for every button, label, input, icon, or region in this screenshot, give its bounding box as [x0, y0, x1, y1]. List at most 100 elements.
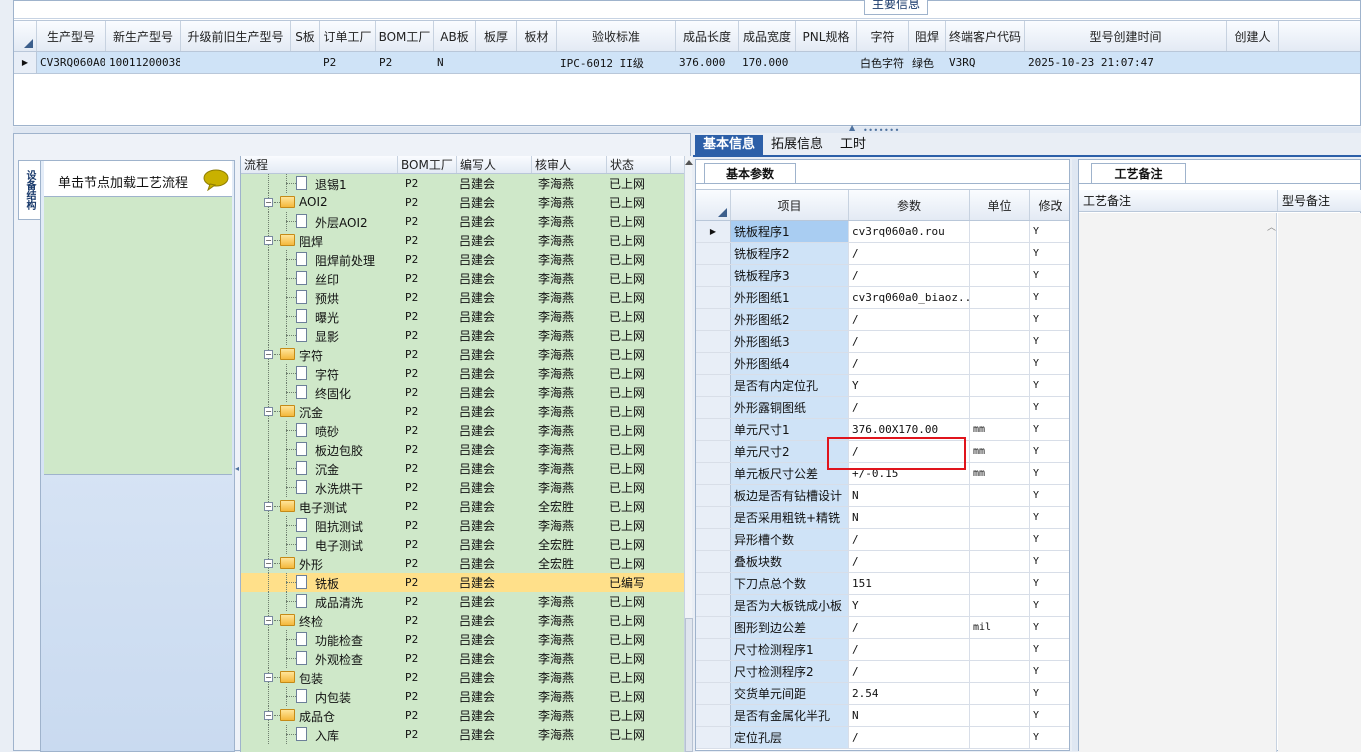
editor-cell[interactable]: 吕建会: [457, 402, 532, 421]
model-col-header[interactable]: AB板: [434, 21, 476, 51]
tree-name-cell[interactable]: − 包装: [241, 668, 398, 687]
tree-name-cell[interactable]: − 外形: [241, 554, 398, 573]
reviewer-cell[interactable]: 李海燕: [532, 174, 607, 193]
col-reviewer[interactable]: 核审人: [532, 156, 607, 173]
editor-cell[interactable]: 吕建会: [457, 421, 532, 440]
param-row[interactable]: 交货单元间距 2.54 Y: [696, 683, 1069, 705]
param-modify-cell[interactable]: Y: [1030, 683, 1069, 704]
editor-cell[interactable]: 吕建会: [457, 611, 532, 630]
param-item-cell[interactable]: 是否有内定位孔: [731, 375, 849, 396]
reviewer-cell[interactable]: 李海燕: [532, 478, 607, 497]
model-col-header[interactable]: 阻焊: [909, 21, 946, 51]
collapse-toggle-icon[interactable]: −: [264, 407, 273, 416]
editor-cell[interactable]: 吕建会: [457, 706, 532, 725]
param-unit-cell[interactable]: [970, 397, 1030, 418]
row-header[interactable]: [696, 573, 731, 594]
model-col-header[interactable]: 终端客户代码: [946, 21, 1025, 51]
tab-basic-info[interactable]: 基本信息: [695, 135, 763, 157]
param-row[interactable]: 是否为大板铣成小板 Y Y: [696, 595, 1069, 617]
tree-name-cell[interactable]: 丝印: [241, 269, 398, 288]
bom-factory-cell[interactable]: P2: [398, 687, 457, 706]
row-header[interactable]: [696, 441, 731, 462]
editor-cell[interactable]: 吕建会: [457, 231, 532, 250]
param-modify-cell[interactable]: Y: [1030, 397, 1069, 418]
status-cell[interactable]: 已上网: [607, 231, 671, 250]
row-header[interactable]: [696, 463, 731, 484]
col-param[interactable]: 参数: [849, 190, 970, 220]
param-value-cell[interactable]: /: [849, 265, 970, 286]
row-header[interactable]: [696, 375, 731, 396]
editor-cell[interactable]: 吕建会: [457, 345, 532, 364]
param-unit-cell[interactable]: mm: [970, 463, 1030, 484]
editor-cell[interactable]: 吕建会: [457, 516, 532, 535]
param-row[interactable]: 铣板程序2/ Y: [696, 243, 1069, 265]
model-cell[interactable]: 10011200038915: [106, 52, 181, 73]
tab-extended-info[interactable]: 拓展信息: [765, 135, 829, 157]
status-cell[interactable]: 已上网: [607, 212, 671, 231]
row-header[interactable]: [696, 243, 731, 264]
param-grid-corner[interactable]: [696, 190, 731, 220]
model-col-header[interactable]: 字符: [857, 21, 909, 51]
status-cell[interactable]: 已上网: [607, 345, 671, 364]
model-cell[interactable]: 376.000: [676, 52, 739, 73]
model-cell[interactable]: [181, 52, 291, 73]
reviewer-cell[interactable]: 李海燕: [532, 288, 607, 307]
bom-factory-cell[interactable]: P2: [398, 497, 457, 516]
tree-folder-row[interactable]: − 字符 P2 吕建会 李海燕 已上网: [241, 345, 684, 364]
model-cell[interactable]: [476, 52, 517, 73]
tree-step-row[interactable]: 丝印 P2 吕建会 李海燕 已上网: [241, 269, 684, 288]
tree-step-row[interactable]: 沉金 P2 吕建会 李海燕 已上网: [241, 459, 684, 478]
model-col-header[interactable]: BOM工厂: [376, 21, 434, 51]
param-modify-cell[interactable]: Y: [1030, 573, 1069, 594]
bom-factory-cell[interactable]: P2: [398, 231, 457, 250]
model-cell[interactable]: [796, 52, 857, 73]
param-item-cell[interactable]: 交货单元间距: [731, 683, 849, 704]
editor-cell[interactable]: 吕建会: [457, 288, 532, 307]
tree-name-cell[interactable]: 字符: [241, 364, 398, 383]
tree-step-row[interactable]: 成品清洗 P2 吕建会 李海燕 已上网: [241, 592, 684, 611]
param-item-cell[interactable]: 铣板程序2: [731, 243, 849, 264]
tree-name-cell[interactable]: 退锡1: [241, 174, 398, 193]
editor-cell[interactable]: 吕建会: [457, 364, 532, 383]
param-value-cell[interactable]: /: [849, 397, 970, 418]
bom-factory-cell[interactable]: P2: [398, 706, 457, 725]
model-grid-row[interactable]: ▶ CV3RQ060A010011200038915P2P2NIPC-6012 …: [14, 52, 1360, 74]
row-header[interactable]: [696, 507, 731, 528]
reviewer-cell[interactable]: 李海燕: [532, 212, 607, 231]
tree-folder-row[interactable]: − 阻焊 P2 吕建会 李海燕 已上网: [241, 231, 684, 250]
param-unit-cell[interactable]: [970, 529, 1030, 550]
editor-cell[interactable]: 吕建会: [457, 725, 532, 744]
col-unit[interactable]: 单位: [970, 190, 1030, 220]
param-value-cell[interactable]: N: [849, 507, 970, 528]
collapse-toggle-icon[interactable]: −: [264, 236, 273, 245]
model-cell[interactable]: CV3RQ060A0: [37, 52, 106, 73]
param-row[interactable]: 尺寸检测程序2/ Y: [696, 661, 1069, 683]
param-unit-cell[interactable]: mm: [970, 441, 1030, 462]
editor-cell[interactable]: 吕建会: [457, 554, 532, 573]
reviewer-cell[interactable]: 李海燕: [532, 326, 607, 345]
bom-factory-cell[interactable]: P2: [398, 630, 457, 649]
tree-step-row[interactable]: 阻焊前处理 P2 吕建会 李海燕 已上网: [241, 250, 684, 269]
param-modify-cell[interactable]: Y: [1030, 705, 1069, 726]
reviewer-cell[interactable]: 全宏胜: [532, 554, 607, 573]
param-unit-cell[interactable]: mm: [970, 419, 1030, 440]
tree-name-cell[interactable]: 沉金: [241, 459, 398, 478]
bom-factory-cell[interactable]: P2: [398, 307, 457, 326]
model-col-header[interactable]: 创建人: [1227, 21, 1279, 51]
tree-folder-row[interactable]: − AOI2 P2 吕建会 李海燕 已上网: [241, 193, 684, 212]
memo-scroll-up-icon[interactable]: ︿: [1267, 220, 1276, 233]
reviewer-cell[interactable]: 李海燕: [532, 725, 607, 744]
tree-step-row[interactable]: 终固化 P2 吕建会 李海燕 已上网: [241, 383, 684, 402]
param-unit-cell[interactable]: [970, 309, 1030, 330]
reviewer-cell[interactable]: 李海燕: [532, 383, 607, 402]
editor-cell[interactable]: 吕建会: [457, 212, 532, 231]
model-col-header[interactable]: 订单工厂: [320, 21, 376, 51]
param-value-cell[interactable]: /: [849, 309, 970, 330]
tree-scrollbar[interactable]: [684, 156, 693, 752]
param-unit-cell[interactable]: [970, 551, 1030, 572]
tree-name-cell[interactable]: 板边包胶: [241, 440, 398, 459]
param-row[interactable]: 异形槽个数 / Y: [696, 529, 1069, 551]
bom-factory-cell[interactable]: P2: [398, 649, 457, 668]
reviewer-cell[interactable]: 李海燕: [532, 516, 607, 535]
row-indicator-icon[interactable]: ▶: [696, 221, 731, 242]
